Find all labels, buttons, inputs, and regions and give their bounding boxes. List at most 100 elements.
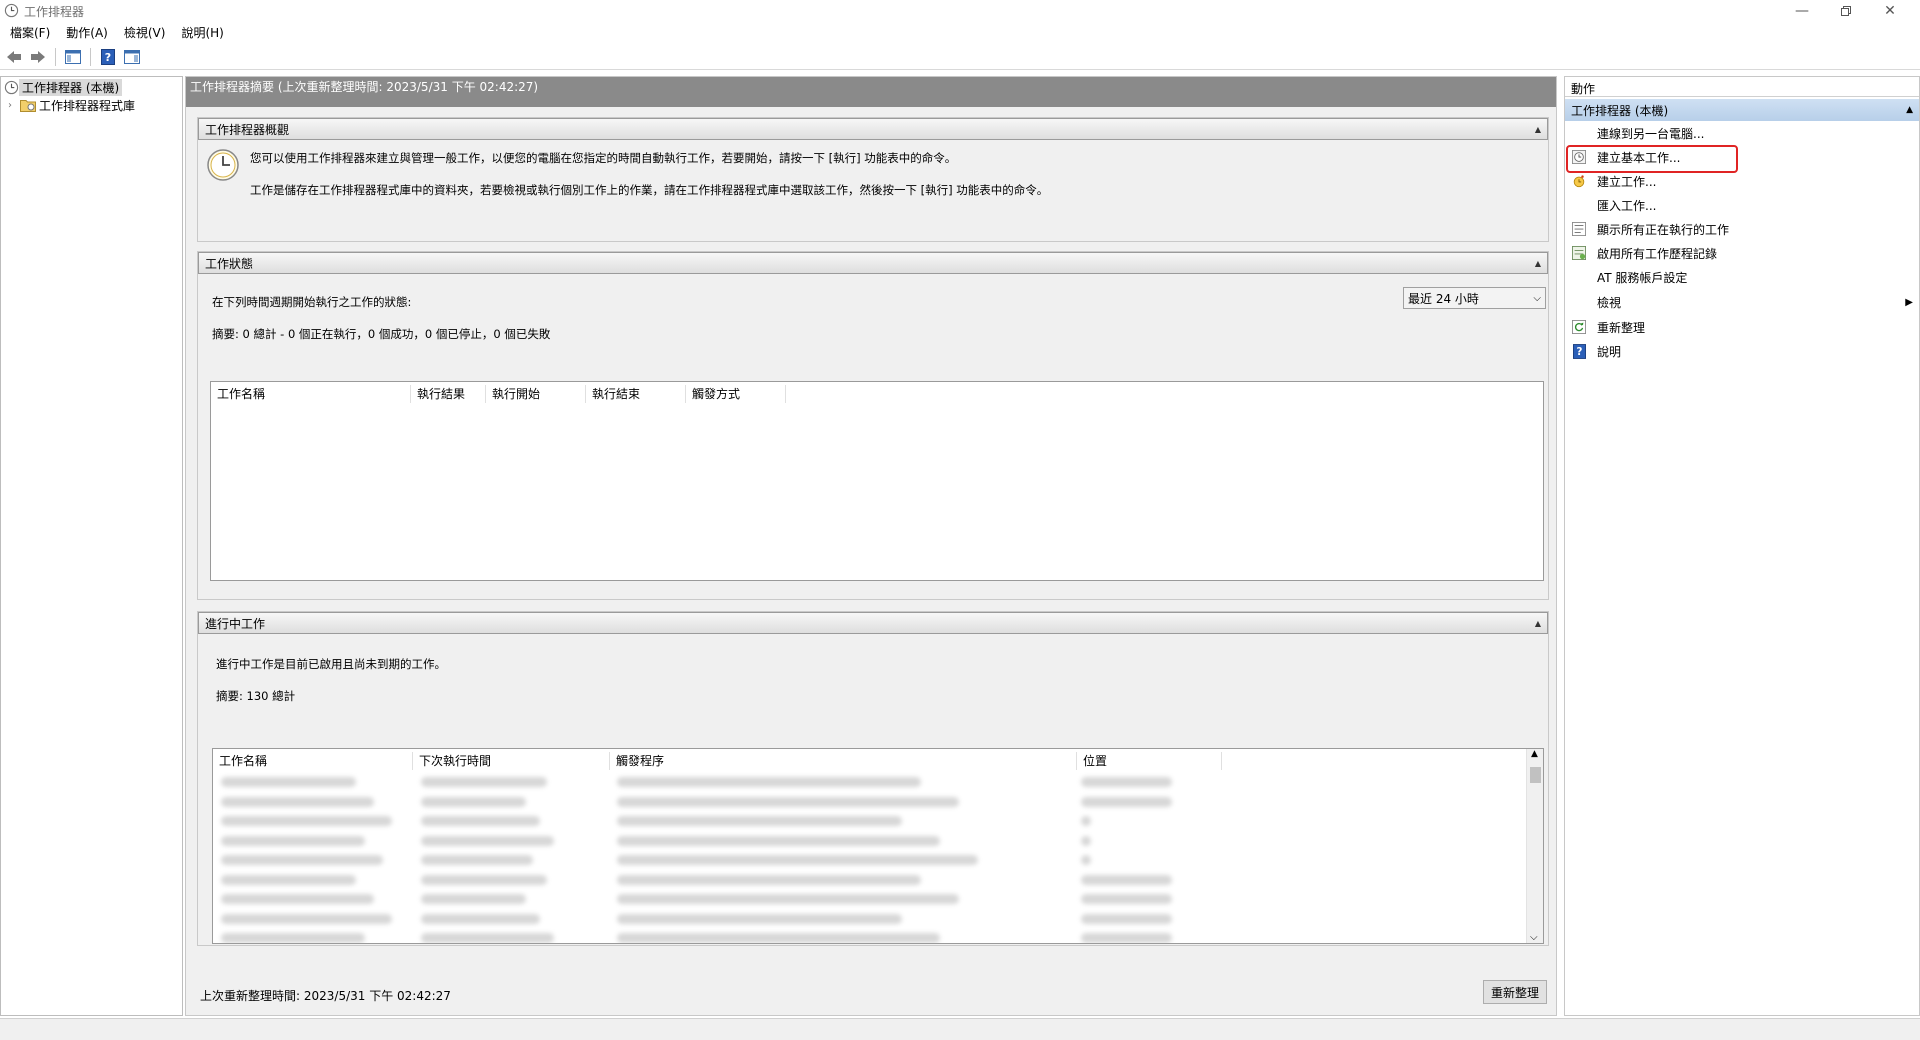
table-row[interactable]	[213, 933, 1513, 943]
svg-text:?: ?	[105, 51, 111, 64]
tree-item-library[interactable]: › 工作排程器程式庫	[8, 96, 138, 114]
new-task-icon	[1571, 173, 1587, 189]
action-display-running-tasks[interactable]: 顯示所有正在執行的工作	[1565, 218, 1919, 240]
blank-icon	[1571, 294, 1587, 310]
show-hide-console-tree-button[interactable]	[63, 47, 83, 67]
table-row[interactable]	[213, 894, 1513, 906]
blank-icon	[1571, 125, 1587, 141]
active-tasks-table: 工作名稱 下次執行時間 觸發程序 位置 ▲ ⌵	[212, 748, 1544, 944]
console-tree-icon	[65, 49, 81, 64]
column-header-triggers[interactable]: 觸發程序	[610, 752, 1077, 770]
close-button[interactable]: ✕	[1868, 0, 1912, 22]
action-enable-all-task-history[interactable]: 啟用所有工作歷程記錄	[1565, 242, 1919, 264]
summary-header: 工作排程器摘要 (上次重新整理時間: 2023/5/31 下午 02:42:27…	[186, 77, 1556, 107]
tree-item-task-scheduler-local[interactable]: 工作排程器 (本機)	[4, 78, 123, 96]
table-row[interactable]	[213, 796, 1513, 809]
redacted-cell	[221, 913, 392, 924]
scroll-down-icon[interactable]: ⌵	[1530, 932, 1538, 943]
menu-file[interactable]: 檔案(F)	[4, 22, 56, 44]
redacted-cell	[1081, 933, 1172, 943]
back-button[interactable]	[4, 47, 24, 67]
expand-chevron-icon[interactable]: ›	[8, 100, 20, 111]
menu-view[interactable]: 檢視(V)	[118, 22, 172, 44]
column-header-run-start[interactable]: 執行開始	[486, 385, 586, 403]
redacted-cell	[617, 933, 940, 943]
actions-group-header[interactable]: 工作排程器 (本機) ▲	[1565, 99, 1919, 121]
action-pane-icon	[124, 49, 140, 64]
action-label: 啟用所有工作歷程記錄	[1597, 246, 1718, 261]
table-row[interactable]	[213, 874, 1513, 887]
column-header-next-run-time[interactable]: 下次執行時間	[413, 752, 610, 770]
table-row[interactable]	[213, 835, 1513, 848]
svg-text:?: ?	[1576, 347, 1582, 358]
table-row[interactable]	[213, 777, 1513, 789]
redacted-cell	[617, 894, 959, 904]
redacted-cell	[617, 874, 921, 885]
overview-section-header[interactable]: 工作排程器概觀 ▲	[198, 118, 1548, 140]
redacted-cell	[421, 855, 533, 865]
redacted-cell	[617, 816, 902, 826]
action-connect-another-computer[interactable]: 連線到另一台電腦...	[1565, 122, 1919, 144]
redacted-cell	[221, 874, 356, 885]
active-tasks-section: 進行中工作 ▲ 進行中工作是目前已啟用且尚未到期的工作。 摘要: 130 總計 …	[197, 611, 1549, 946]
collapse-caret-icon[interactable]: ▲	[1535, 125, 1541, 134]
action-view-submenu[interactable]: 檢視 ▶	[1565, 291, 1919, 313]
actions-pane: 動作 工作排程器 (本機) ▲ 連線到另一台電腦... 建立基本工作... 建立…	[1564, 76, 1920, 1016]
overview-line-1: 您可以使用工作排程器來建立與管理一般工作，以便您的電腦在您指定的時間自動執行工作…	[250, 151, 957, 165]
status-summary: 摘要: 0 總計 - 0 個正在執行，0 個成功，0 個已停止，0 個已失敗	[212, 327, 551, 341]
period-dropdown[interactable]: 最近 24 小時 ⌵	[1403, 287, 1546, 309]
task-status-section-header[interactable]: 工作狀態 ▲	[198, 252, 1548, 274]
column-header-task-name[interactable]: 工作名稱	[211, 385, 411, 403]
section-title: 工作狀態	[205, 256, 254, 271]
scroll-up-icon[interactable]: ▲	[1531, 749, 1538, 759]
menu-help[interactable]: 說明(H)	[175, 22, 229, 44]
redacted-cell	[221, 816, 392, 826]
redacted-cell	[421, 796, 526, 807]
action-at-service-account[interactable]: AT 服務帳戶設定	[1565, 266, 1919, 288]
column-header-task-name[interactable]: 工作名稱	[213, 752, 413, 770]
redacted-cell	[221, 855, 383, 865]
back-arrow-icon	[7, 50, 21, 63]
show-hide-action-pane-button[interactable]	[122, 47, 142, 67]
redacted-cell	[1081, 835, 1091, 846]
redacted-cell	[617, 855, 978, 865]
close-icon: ✕	[1884, 3, 1896, 19]
table-row[interactable]	[213, 913, 1513, 926]
menu-action[interactable]: 動作(A)	[60, 22, 114, 44]
active-tasks-description: 進行中工作是目前已啟用且尚未到期的工作。	[216, 657, 446, 671]
action-help[interactable]: ? 說明	[1565, 340, 1919, 362]
collapse-caret-icon[interactable]: ▲	[1906, 105, 1913, 115]
action-import-task[interactable]: 匯入工作...	[1565, 194, 1919, 216]
action-create-task[interactable]: 建立工作...	[1565, 170, 1919, 192]
forward-button[interactable]	[28, 47, 48, 67]
title-bar: 工作排程器 — ✕	[0, 0, 1920, 22]
column-header-triggered-by[interactable]: 觸發方式	[686, 385, 786, 403]
column-header-location[interactable]: 位置	[1077, 752, 1222, 770]
redacted-cell	[617, 913, 902, 924]
collapse-caret-icon[interactable]: ▲	[1535, 259, 1541, 268]
active-tasks-vertical-scrollbar[interactable]: ▲ ⌵	[1526, 749, 1543, 943]
scrollbar-thumb[interactable]	[1530, 767, 1541, 783]
action-label: 連線到另一台電腦...	[1597, 126, 1705, 141]
status-period-label: 在下列時間週期開始執行之工作的狀態:	[212, 295, 412, 309]
action-label: 檢視	[1597, 295, 1622, 310]
table-row[interactable]	[213, 816, 1513, 828]
column-header-run-end[interactable]: 執行結束	[586, 385, 686, 403]
actions-pane-title: 動作	[1565, 77, 1919, 97]
active-tasks-section-header[interactable]: 進行中工作 ▲	[198, 612, 1548, 634]
table-row[interactable]	[213, 855, 1513, 867]
action-refresh[interactable]: 重新整理	[1565, 316, 1919, 338]
last-refresh-time: 上次重新整理時間: 2023/5/31 下午 02:42:27	[200, 989, 451, 1003]
minimize-icon: —	[1795, 3, 1809, 19]
help-toolbar-button[interactable]: ?	[98, 47, 118, 67]
restore-button[interactable]	[1824, 0, 1868, 22]
forward-arrow-icon	[31, 50, 45, 63]
task-scheduler-app-icon	[4, 3, 19, 18]
minimize-button[interactable]: —	[1780, 0, 1824, 22]
redacted-cell	[421, 874, 547, 885]
redacted-cell	[221, 835, 365, 846]
redacted-cell	[617, 796, 959, 807]
column-header-run-result[interactable]: 執行結果	[411, 385, 486, 403]
refresh-button[interactable]: 重新整理	[1483, 980, 1547, 1004]
collapse-caret-icon[interactable]: ▲	[1535, 619, 1541, 628]
